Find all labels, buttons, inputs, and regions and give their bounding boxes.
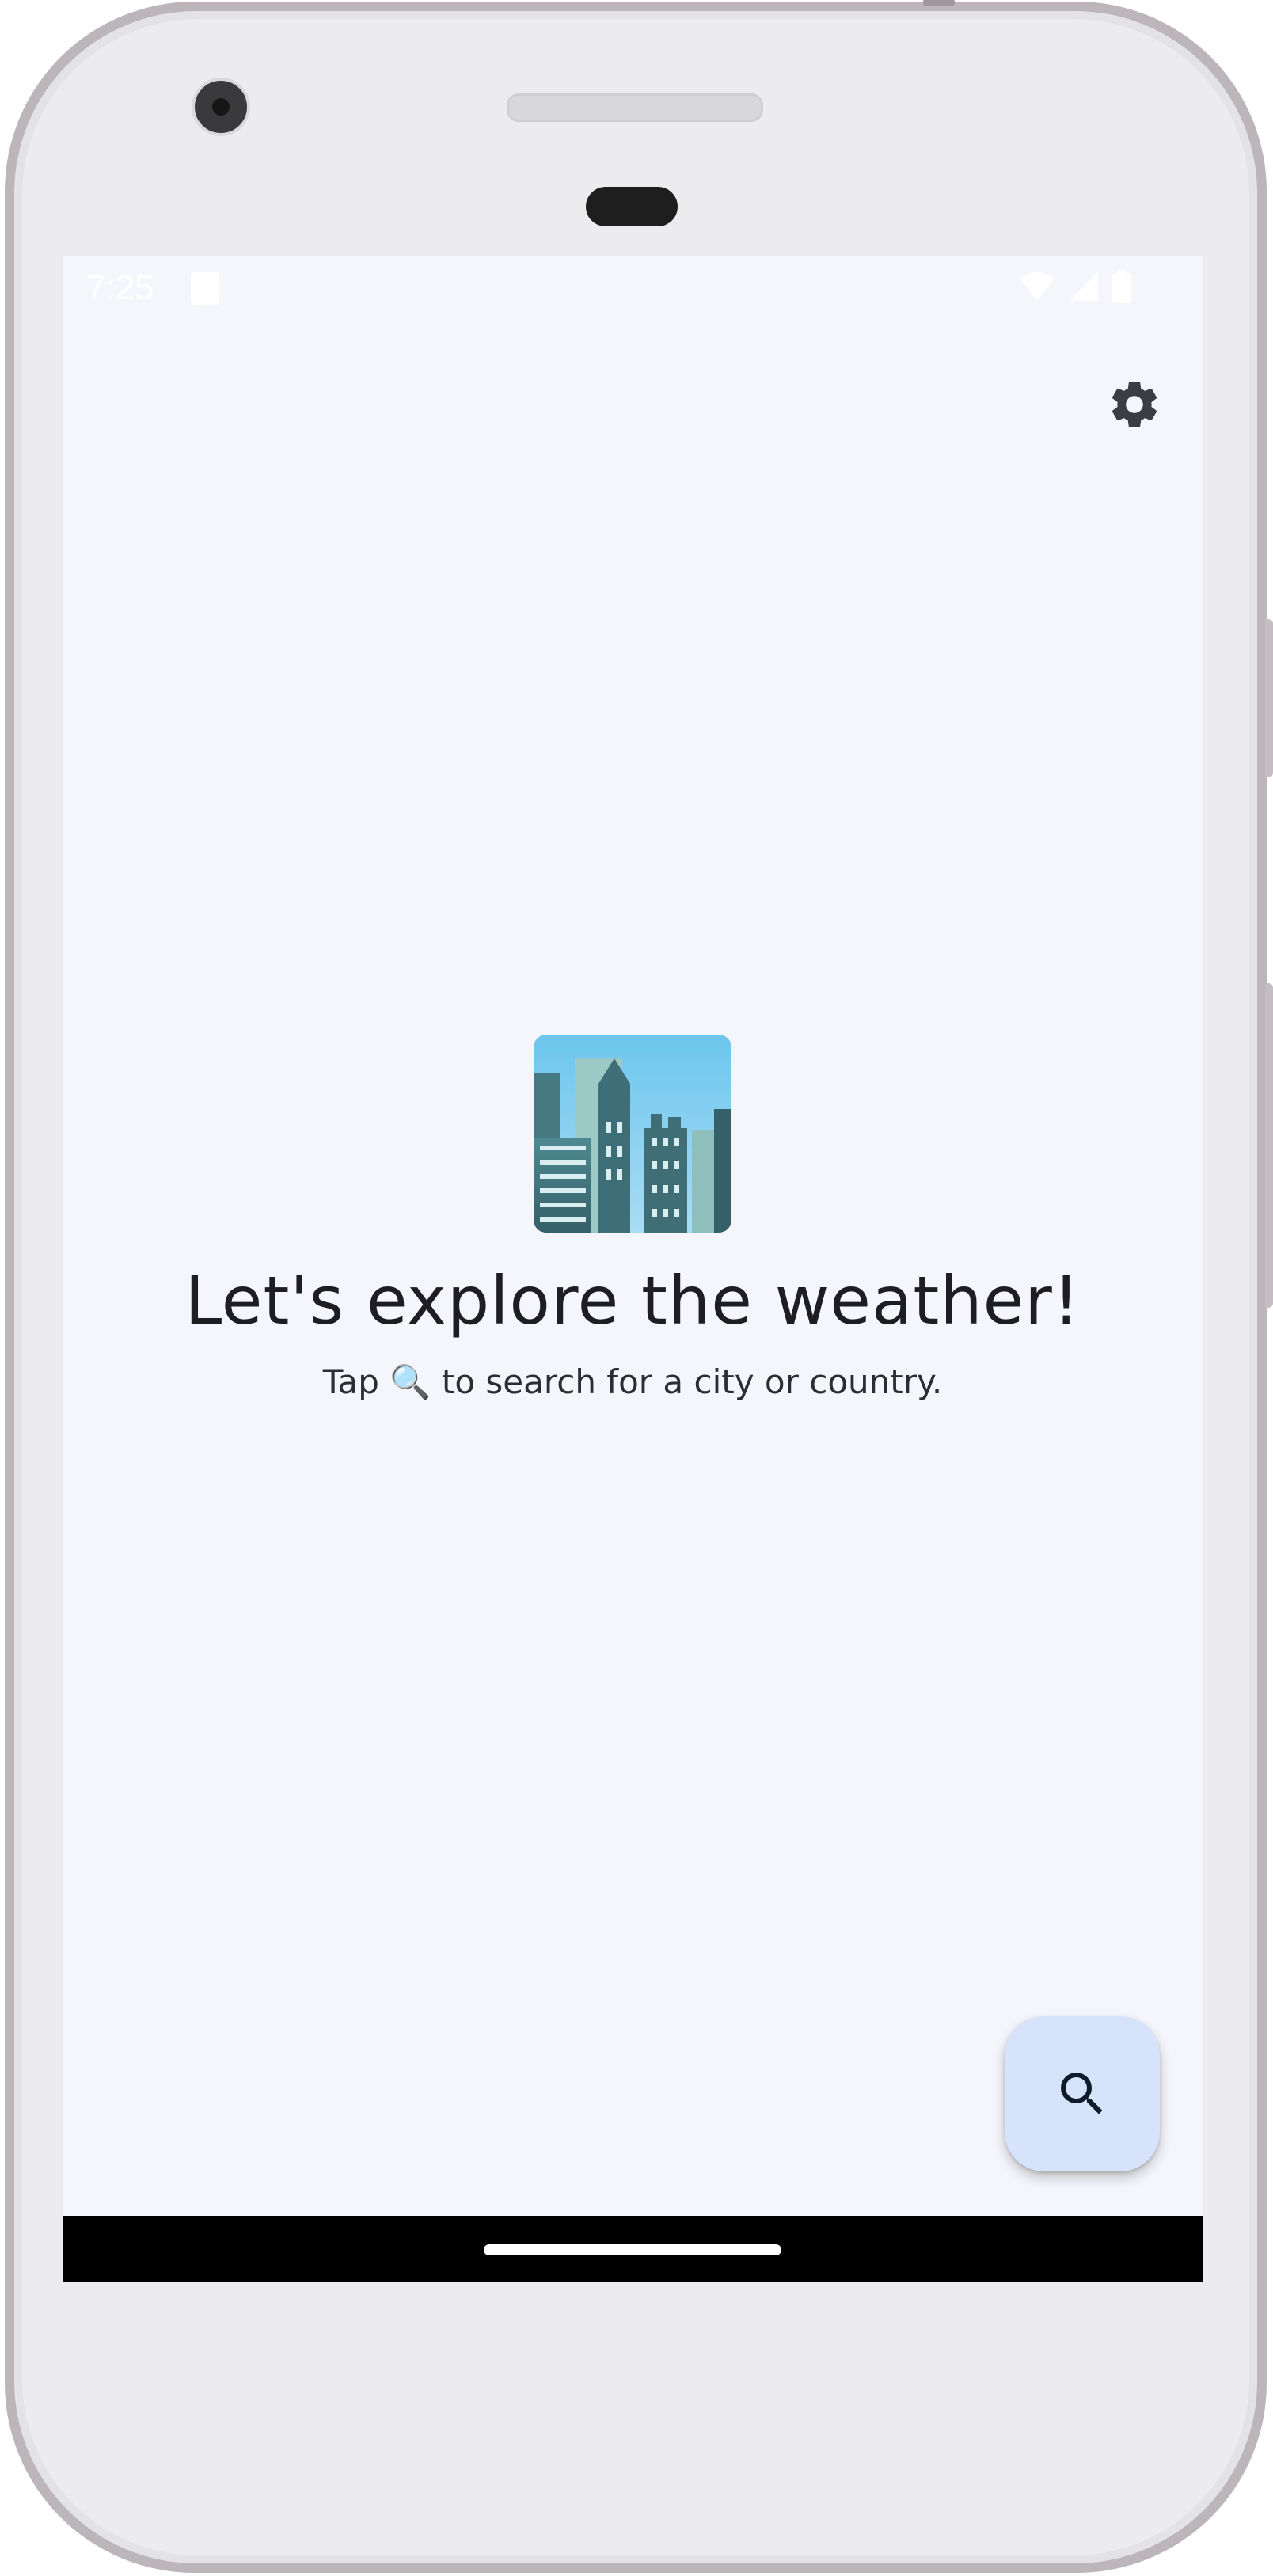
subtitle-text-after: to search for a city or country. (441, 1362, 943, 1401)
status-time: 7:25 (86, 268, 154, 307)
settings-button[interactable] (1096, 367, 1172, 443)
search-icon (1061, 2073, 1103, 2114)
search-button[interactable] (1005, 2016, 1160, 2171)
battery-icon (1112, 270, 1131, 303)
wifi-icon (1020, 272, 1054, 301)
magnifying-glass-emoji-icon: 🔍 (390, 1362, 431, 1401)
status-icons (1019, 270, 1131, 303)
phone-volume-button (1265, 619, 1273, 777)
system-navigation-bar (63, 2216, 1203, 2282)
earpiece-speaker (507, 93, 763, 122)
app-screen: 7:25 Let's explore the weather! Tap 🔍 to… (63, 256, 1203, 2282)
signal-icon (1070, 272, 1098, 301)
gear-icon (1112, 382, 1157, 427)
home-gesture-handle[interactable] (484, 2244, 781, 2255)
notification-icon (191, 272, 219, 305)
phone-top-button (923, 0, 955, 6)
empty-state-title: Let's explore the weather! (184, 1262, 1081, 1339)
status-bar: 7:25 (63, 256, 1203, 322)
phone-power-button (1265, 983, 1273, 1308)
empty-state-subtitle: Tap 🔍 to search for a city or country. (63, 1366, 1203, 1399)
cityscape-emoji-icon (534, 1035, 732, 1233)
proximity-sensor (586, 187, 678, 226)
empty-state: Let's explore the weather! Tap 🔍 to sear… (63, 1035, 1203, 1399)
front-camera (192, 78, 250, 136)
subtitle-text-before: Tap (322, 1362, 379, 1401)
